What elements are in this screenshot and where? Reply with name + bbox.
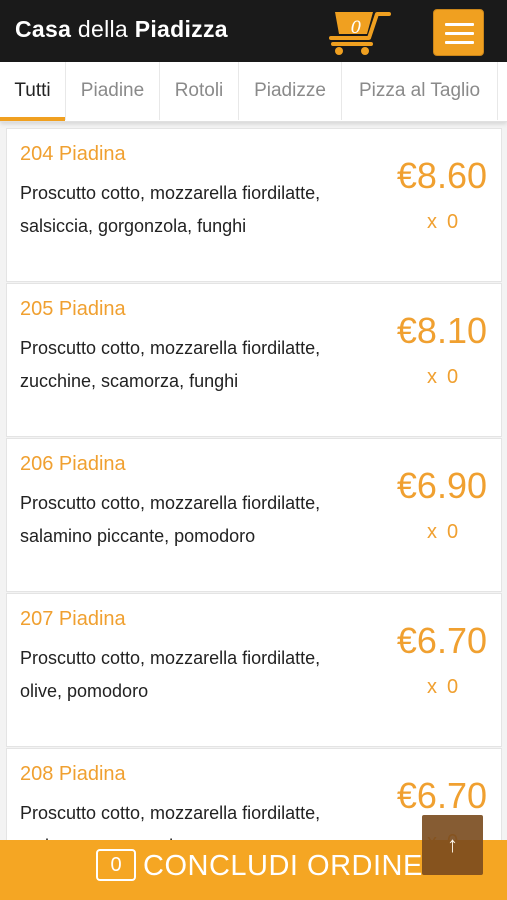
quantity-value: 0 <box>447 211 459 233</box>
tab-rotoli[interactable]: Rotoli <box>160 62 239 120</box>
cart-button[interactable]: 0 <box>329 8 393 56</box>
product-description-line: salamino piccante, pomodoro <box>20 526 256 546</box>
product-name: 204 Piadina <box>20 143 126 165</box>
product-description: Proscutto cotto, mozzarella fiordilatte,… <box>20 332 360 398</box>
product-description-line: Proscutto cotto, mozzarella fiordilatte, <box>20 183 321 203</box>
hamburger-menu-icon-line <box>445 32 474 35</box>
scroll-to-top-button[interactable]: ↑ <box>422 815 483 875</box>
quantity-multiplier: x <box>427 521 437 543</box>
quantity-value: 0 <box>447 676 459 698</box>
hamburger-menu-icon-line <box>445 41 474 44</box>
tab-piadizze[interactable]: Piadizze <box>239 62 342 120</box>
cart-count: 0 <box>350 18 362 38</box>
product-description: Proscutto cotto, mozzarella fiordilatte,… <box>20 487 360 553</box>
brand-word-casa: Casa <box>15 16 72 42</box>
tab-piadine[interactable]: Piadine <box>66 62 160 120</box>
product-card[interactable]: 207 Piadina Proscutto cotto, mozzarella … <box>6 593 502 747</box>
quantity-multiplier: x <box>427 676 437 698</box>
product-description-line: olive, pomodoro <box>20 681 149 701</box>
quantity-multiplier: x <box>427 211 437 233</box>
product-name: 208 Piadina <box>20 763 126 785</box>
brand-logo[interactable]: Casa della Piadizza <box>15 16 228 43</box>
product-price: €8.10 <box>396 310 487 351</box>
product-name: 205 Piadina <box>20 298 126 320</box>
quantity-value: 0 <box>447 366 459 388</box>
product-name: 206 Piadina <box>20 453 126 475</box>
product-card[interactable]: 204 Piadina Proscutto cotto, mozzarella … <box>6 128 502 282</box>
arrow-up-icon: ↑ <box>447 832 458 857</box>
hamburger-menu-icon <box>445 23 474 26</box>
product-price: €6.70 <box>396 775 487 816</box>
conclude-order-label: CONCLUDI ORDINE <box>143 850 423 882</box>
brand-word-della: della <box>77 16 128 42</box>
product-quantity[interactable]: x0 <box>427 676 458 699</box>
menu-button[interactable] <box>433 9 484 56</box>
category-tabs: Tutti Piadine Rotoli Piadizze Pizza al T… <box>0 62 507 122</box>
product-price: €6.90 <box>396 465 487 506</box>
product-description-line: salsiccia, gorgonzola, funghi <box>20 216 247 236</box>
quantity-value: 0 <box>447 521 459 543</box>
brand-word-piadizza: Piadizza <box>134 16 228 42</box>
product-card[interactable]: 206 Piadina Proscutto cotto, mozzarella … <box>6 438 502 592</box>
product-description: Proscutto cotto, mozzarella fiordilatte,… <box>20 177 360 243</box>
product-quantity[interactable]: x0 <box>427 211 458 234</box>
product-description-line: zucchine, scamorza, funghi <box>20 371 239 391</box>
top-bar: Casa della Piadizza 0 <box>0 0 507 62</box>
quantity-multiplier: x <box>427 366 437 388</box>
product-card[interactable]: 205 Piadina Proscutto cotto, mozzarella … <box>6 283 502 437</box>
tab-pizza-al-taglio[interactable]: Pizza al Taglio <box>342 62 498 120</box>
product-description-line: Proscutto cotto, mozzarella fiordilatte, <box>20 338 321 358</box>
product-description-line: Proscutto cotto, mozzarella fiordilatte, <box>20 493 321 513</box>
product-price: €6.70 <box>396 620 487 661</box>
product-quantity[interactable]: x0 <box>427 366 458 389</box>
product-description-line: Proscutto cotto, mozzarella fiordilatte, <box>20 648 321 668</box>
product-description: Proscutto cotto, mozzarella fiordilatte,… <box>20 642 360 708</box>
product-description-line: Proscutto cotto, mozzarella fiordilatte, <box>20 803 321 823</box>
product-name: 207 Piadina <box>20 608 126 630</box>
tab-tutti[interactable]: Tutti <box>0 62 66 121</box>
product-price: €8.60 <box>396 155 487 196</box>
order-count-badge: 0 <box>96 849 136 881</box>
product-quantity[interactable]: x0 <box>427 521 458 544</box>
